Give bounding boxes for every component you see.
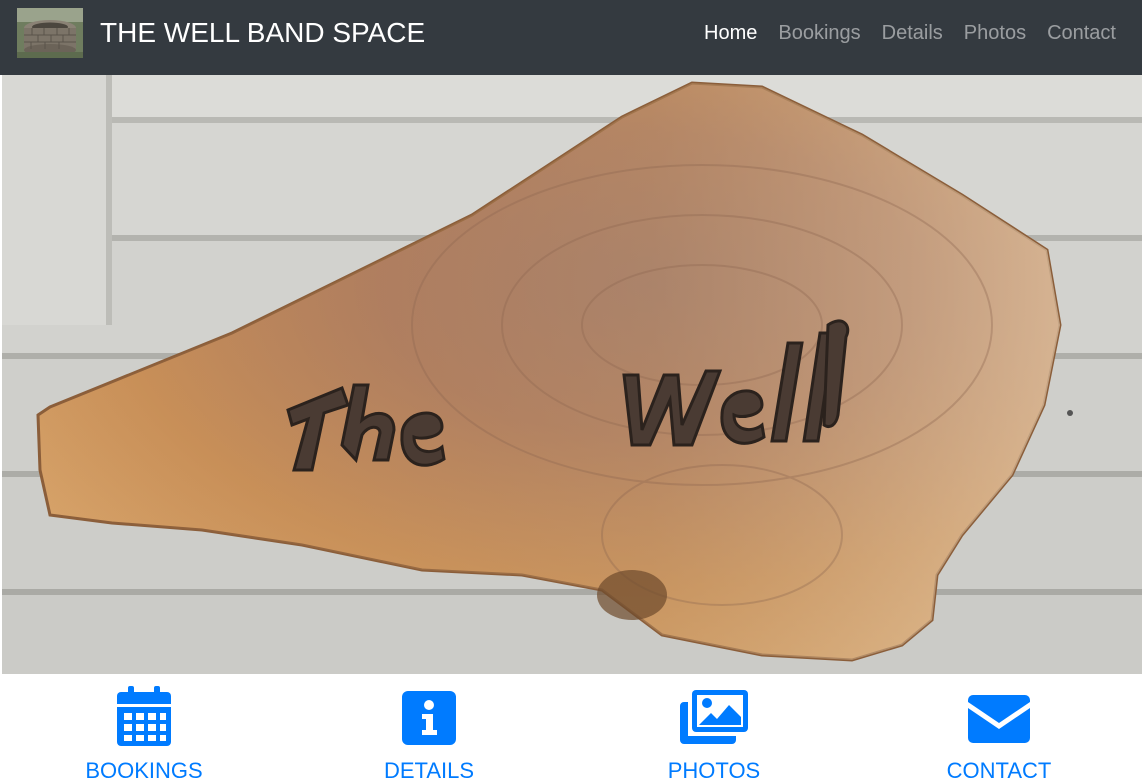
feature-bookings-label[interactable]: BOOKINGS: [1, 758, 287, 784]
hero-image: [2, 75, 1142, 674]
brand-title[interactable]: THE WELL BAND SPACE: [100, 16, 425, 50]
nav-home[interactable]: Home: [704, 20, 757, 46]
feature-contact[interactable]: CONTACT: [856, 674, 1142, 784]
main-nav: Home Bookings Details Photos Contact: [683, 20, 1116, 46]
calendar-icon[interactable]: [117, 686, 171, 751]
feature-photos-label[interactable]: PHOTOS: [571, 758, 857, 784]
feature-contact-label[interactable]: CONTACT: [856, 758, 1142, 784]
feature-bookings[interactable]: BOOKINGS: [1, 674, 287, 784]
feature-details-label[interactable]: DETAILS: [286, 758, 572, 784]
nav-photos[interactable]: Photos: [964, 20, 1026, 46]
nav-details[interactable]: Details: [882, 20, 943, 46]
feature-photos[interactable]: PHOTOS: [571, 674, 857, 784]
feature-links: BOOKINGS DETAILS PHOTOS CONTACT: [0, 674, 1142, 784]
brand-logo-image[interactable]: [17, 8, 83, 58]
nav-contact[interactable]: Contact: [1047, 20, 1116, 46]
info-icon[interactable]: [402, 691, 456, 750]
nav-bookings[interactable]: Bookings: [778, 20, 860, 46]
images-icon[interactable]: [680, 690, 748, 749]
feature-details[interactable]: DETAILS: [286, 674, 572, 784]
navbar: THE WELL BAND SPACE Home Bookings Detail…: [0, 0, 1142, 75]
envelope-icon[interactable]: [968, 695, 1030, 748]
